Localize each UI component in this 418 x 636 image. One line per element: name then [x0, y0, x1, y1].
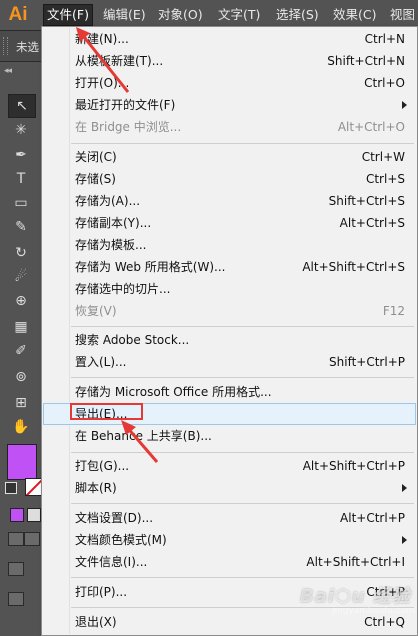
arrow-line	[124, 425, 159, 463]
arrow-to-file-menu	[76, 27, 130, 93]
baidu-watermark: Bai⬡u 经验	[300, 586, 411, 607]
annotation-arrows	[76, 27, 159, 463]
arrow-to-export	[121, 420, 159, 463]
arrow-line	[78, 31, 130, 93]
watermark-url: jingyan.baidu.com	[332, 606, 416, 616]
